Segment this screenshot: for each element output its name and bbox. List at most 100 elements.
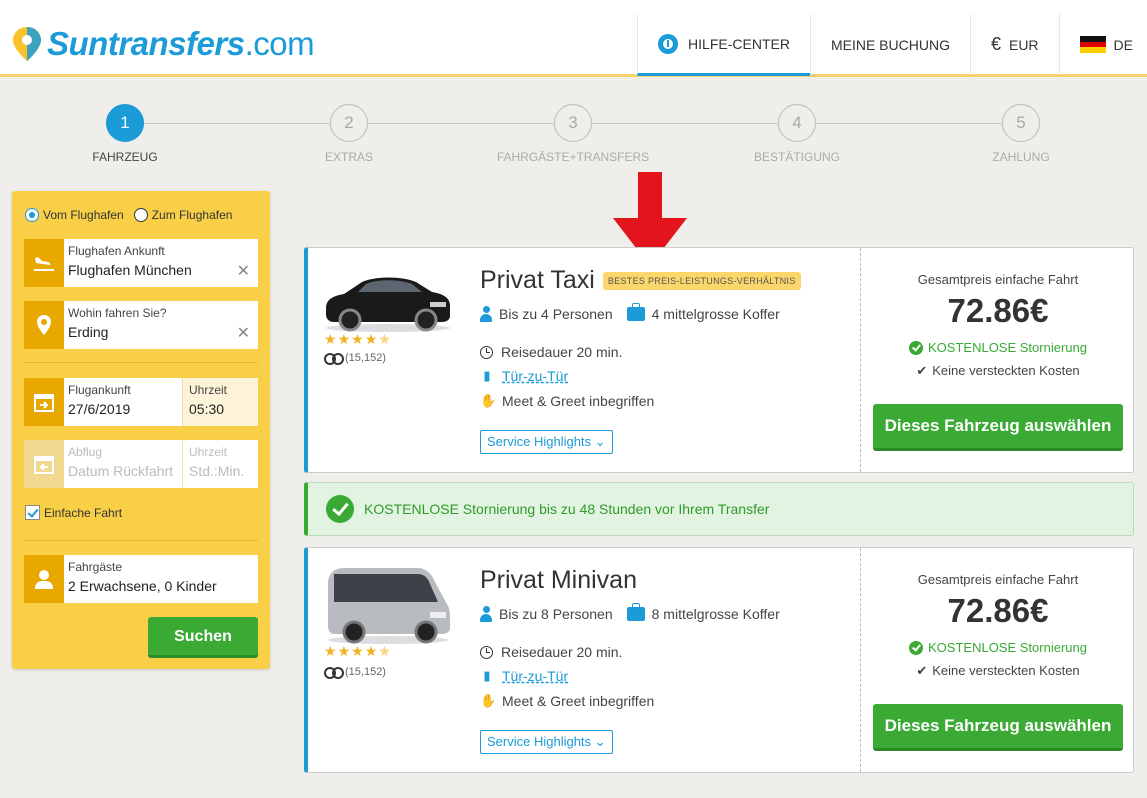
field-value: Flughafen München bbox=[68, 262, 192, 278]
field-label: Flughafen Ankunft bbox=[68, 244, 165, 258]
vehicle-title: Privat Minivan bbox=[480, 566, 637, 595]
logo[interactable]: Suntransfers.com bbox=[11, 24, 315, 64]
one-way-checkbox[interactable]: Einfache Fahrt bbox=[25, 505, 122, 520]
persons-text: Bis zu 4 Personen bbox=[499, 306, 613, 322]
field-value: Erding bbox=[68, 324, 109, 340]
half-star-icon: ★ bbox=[378, 331, 391, 347]
price-label: Gesamtpreis einfache Fahrt bbox=[917, 272, 1079, 287]
radio-from-airport[interactable]: Vom Flughafen bbox=[25, 208, 124, 222]
nav-language[interactable]: DE bbox=[1058, 14, 1147, 75]
reviews-count[interactable]: (15,152) bbox=[324, 352, 386, 365]
select-vehicle-button[interactable]: Dieses Fahrzeug auswählen bbox=[873, 704, 1123, 751]
search-button[interactable]: Suchen bbox=[148, 617, 258, 658]
building-icon: ▮ bbox=[483, 368, 491, 383]
door-to-door-link[interactable]: ▮ Tür-zu-Tür bbox=[480, 668, 568, 684]
checkmark-icon: ✔ bbox=[916, 663, 928, 678]
star-icon: ★ bbox=[324, 331, 337, 347]
minivan-car-image bbox=[328, 568, 450, 644]
chevron-down-icon: ⌄ bbox=[594, 434, 606, 449]
check-circle-icon bbox=[909, 640, 924, 655]
door-to-door-link[interactable]: ▮ Tür-zu-Tür bbox=[480, 368, 568, 384]
highlights-label: Service Highlights bbox=[487, 734, 592, 749]
step-confirmation: 4 BESTÄTIGUNG bbox=[737, 104, 857, 164]
check-circle-icon bbox=[909, 340, 924, 355]
star-icon: ★ bbox=[364, 643, 378, 659]
vehicle-name: Privat Taxi bbox=[480, 266, 595, 294]
clear-icon[interactable]: ✕ bbox=[237, 323, 250, 343]
price-panel: Gesamtpreis einfache Fahrt 72.86€ KOSTEN… bbox=[860, 248, 1134, 472]
rating-stars: ★ ★ ★ ★ ★ bbox=[324, 331, 392, 348]
person-icon bbox=[480, 606, 492, 622]
step-label: FAHRGÄSTE+TRANSFERS bbox=[496, 150, 650, 164]
star-icon: ★ bbox=[324, 643, 337, 659]
clock-icon bbox=[480, 345, 493, 359]
person-icon bbox=[24, 555, 64, 603]
radio-label: Vom Flughafen bbox=[43, 208, 124, 222]
star-icon: ★ bbox=[351, 331, 364, 347]
check-circle-icon bbox=[326, 495, 354, 523]
top-nav: HILFE-CENTER MEINE BUCHUNG € EUR DE bbox=[637, 14, 1147, 76]
direction-radios: Vom Flughafen Zum Flughafen bbox=[25, 208, 242, 222]
radio-label: Zum Flughafen bbox=[151, 208, 233, 222]
building-icon: ▮ bbox=[483, 668, 491, 683]
field-label: Uhrzeit bbox=[189, 445, 228, 459]
departure-date-field[interactable]: Abflug Datum Rückfahrt Uhrzeit Std.:Min. bbox=[24, 440, 258, 488]
clear-icon[interactable]: ✕ bbox=[237, 261, 250, 281]
free-cancel-text: KOSTENLOSE Stornierung bbox=[928, 640, 1087, 655]
radio-selected-icon bbox=[25, 208, 39, 222]
step-vehicle: 1 FAHRZEUG bbox=[65, 104, 185, 164]
passengers-field[interactable]: Fahrgäste 2 Erwachsene, 0 Kinder bbox=[24, 555, 258, 603]
persons-text: Bis zu 8 Personen bbox=[499, 606, 613, 622]
plane-landing-icon bbox=[24, 239, 64, 287]
person-icon bbox=[480, 306, 492, 322]
radio-to-airport[interactable]: Zum Flughafen bbox=[133, 208, 233, 222]
nav-currency[interactable]: € EUR bbox=[969, 14, 1059, 75]
price-label: Gesamtpreis einfache Fahrt bbox=[917, 572, 1079, 587]
step-number: 5 bbox=[1002, 104, 1040, 142]
handshake-icon: ✋ bbox=[480, 693, 497, 708]
step-number: 1 bbox=[106, 104, 144, 142]
nav-currency-label: EUR bbox=[1008, 36, 1039, 53]
star-icon: ★ bbox=[337, 643, 351, 659]
duration-text: Reisedauer 20 min. bbox=[501, 344, 623, 360]
arrival-airport-field[interactable]: Flughafen Ankunft Flughafen München ✕ bbox=[24, 239, 258, 287]
duration-line: Reisedauer 20 min. bbox=[480, 644, 622, 660]
nav-my-booking[interactable]: MEINE BUCHUNG bbox=[809, 14, 970, 75]
step-label: EXTRAS bbox=[324, 150, 373, 164]
vehicle-card-taxi: ★ ★ ★ ★ ★ (15,152) Privat Taxi BESTES PREIS-… bbox=[304, 247, 1134, 473]
luggage-text: 8 mittelgrosse Koffer bbox=[651, 606, 780, 622]
service-highlights-dropdown[interactable]: Service Highlights ⌄ bbox=[480, 730, 613, 754]
price-value: 72.86€ bbox=[947, 292, 1049, 329]
step-number: 2 bbox=[330, 104, 368, 142]
chevron-down-icon: ⌄ bbox=[594, 734, 606, 749]
arrival-date-field[interactable]: Flugankunft 27/6/2019 Uhrzeit 05:30 bbox=[24, 378, 258, 426]
field-label: Fahrgäste bbox=[68, 560, 123, 574]
map-marker-icon bbox=[24, 301, 64, 349]
vehicle-specs: Bis zu 4 Personen 4 mittelgrosse Koffer bbox=[480, 303, 794, 322]
free-cancellation: KOSTENLOSE Stornierung bbox=[861, 640, 1135, 655]
meet-greet-line: ✋ Meet & Greet inbegriffen bbox=[480, 693, 654, 709]
nav-language-label: DE bbox=[1113, 36, 1133, 53]
nav-help-center[interactable]: HILFE-CENTER bbox=[637, 14, 810, 76]
reviews-text: (15,152) bbox=[345, 666, 386, 678]
checkbox-checked-icon bbox=[25, 505, 40, 520]
no-costs-text: Keine versteckten Kosten bbox=[932, 363, 1080, 378]
checkbox-label: Einfache Fahrt bbox=[44, 505, 123, 520]
star-icon: ★ bbox=[337, 331, 351, 347]
no-hidden-costs: ✔ Keine versteckten Kosten bbox=[861, 663, 1135, 679]
star-icon: ★ bbox=[364, 331, 378, 347]
price-panel: Gesamtpreis einfache Fahrt 72.86€ KOSTEN… bbox=[860, 548, 1134, 772]
arrival-time-field[interactable]: Uhrzeit 05:30 bbox=[182, 378, 258, 426]
departure-time-field[interactable]: Uhrzeit Std.:Min. bbox=[182, 440, 258, 488]
german-flag-icon bbox=[1079, 36, 1106, 54]
nav-booking-label: MEINE BUCHUNG bbox=[830, 36, 950, 53]
service-highlights-dropdown[interactable]: Service Highlights ⌄ bbox=[480, 430, 613, 454]
suitcase-icon bbox=[626, 603, 645, 621]
best-value-badge: BESTES PREIS-LEISTUNGS-VERHÄLTNIS bbox=[602, 271, 801, 290]
select-vehicle-button[interactable]: Dieses Fahrzeug auswählen bbox=[873, 404, 1123, 451]
field-placeholder: Datum Rückfahrt bbox=[68, 463, 174, 479]
reviews-text: (15,152) bbox=[345, 352, 386, 364]
destination-field[interactable]: Wohin fahren Sie? Erding ✕ bbox=[24, 301, 258, 349]
reviews-count[interactable]: (15,152) bbox=[324, 666, 386, 679]
calendar-arrival-icon bbox=[24, 378, 64, 426]
